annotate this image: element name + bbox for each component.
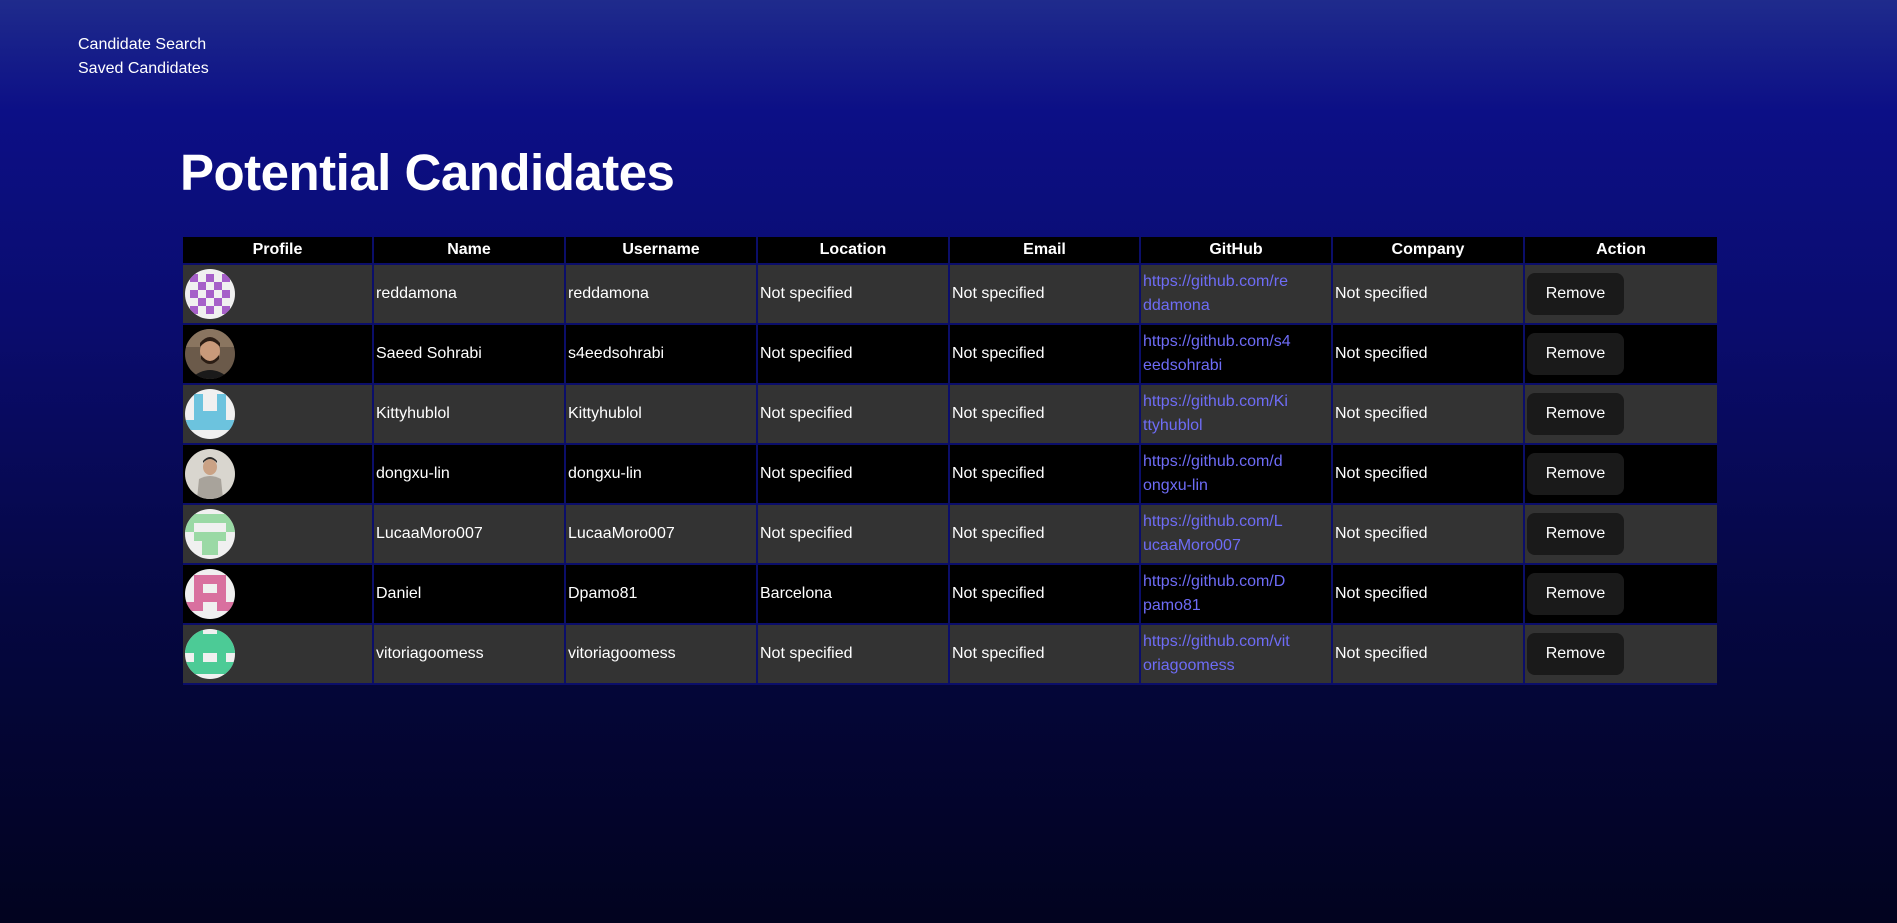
profile-cell bbox=[183, 385, 374, 445]
github-cell: https://github.com/vitoriagoomess bbox=[1141, 625, 1333, 685]
company-cell: Not specified bbox=[1333, 445, 1525, 505]
action-cell: Remove bbox=[1525, 625, 1717, 685]
company-cell: Not specified bbox=[1333, 265, 1525, 325]
name-cell: LucaaMoro007 bbox=[374, 505, 566, 565]
name-cell: Saeed Sohrabi bbox=[374, 325, 566, 385]
company-cell: Not specified bbox=[1333, 625, 1525, 685]
column-header-company: Company bbox=[1333, 237, 1525, 265]
column-header-location: Location bbox=[758, 237, 950, 265]
table-row: reddamona reddamona Not specified Not sp… bbox=[183, 265, 1717, 325]
company-cell: Not specified bbox=[1333, 325, 1525, 385]
company-cell: Not specified bbox=[1333, 505, 1525, 565]
name-cell: Daniel bbox=[374, 565, 566, 625]
location-cell: Not specified bbox=[758, 385, 950, 445]
name-cell: reddamona bbox=[374, 265, 566, 325]
email-cell: Not specified bbox=[950, 565, 1141, 625]
column-header-username: Username bbox=[566, 237, 758, 265]
github-cell: https://github.com/dongxu-lin bbox=[1141, 445, 1333, 505]
column-header-email: Email bbox=[950, 237, 1141, 265]
table-header-row: Profile Name Username Location Email Git… bbox=[183, 237, 1717, 265]
username-cell: reddamona bbox=[566, 265, 758, 325]
github-link[interactable]: https://github.com/Kittyhublol bbox=[1143, 390, 1291, 438]
email-cell: Not specified bbox=[950, 385, 1141, 445]
action-cell: Remove bbox=[1525, 325, 1717, 385]
remove-button[interactable]: Remove bbox=[1527, 633, 1624, 675]
profile-cell bbox=[183, 325, 374, 385]
email-cell: Not specified bbox=[950, 265, 1141, 325]
avatar bbox=[185, 629, 235, 679]
nav-saved-candidates[interactable]: Saved Candidates bbox=[78, 57, 209, 81]
username-cell: Kittyhublol bbox=[566, 385, 758, 445]
table-row: Daniel Dpamo81 Barcelona Not specified h… bbox=[183, 565, 1717, 625]
column-header-github: GitHub bbox=[1141, 237, 1333, 265]
profile-cell bbox=[183, 265, 374, 325]
location-cell: Barcelona bbox=[758, 565, 950, 625]
username-cell: s4eedsohrabi bbox=[566, 325, 758, 385]
page-title: Potential Candidates bbox=[180, 144, 675, 201]
location-cell: Not specified bbox=[758, 505, 950, 565]
avatar bbox=[185, 329, 235, 379]
table-row: dongxu-lin dongxu-lin Not specified Not … bbox=[183, 445, 1717, 505]
username-cell: dongxu-lin bbox=[566, 445, 758, 505]
email-cell: Not specified bbox=[950, 325, 1141, 385]
profile-cell bbox=[183, 505, 374, 565]
action-cell: Remove bbox=[1525, 565, 1717, 625]
company-cell: Not specified bbox=[1333, 565, 1525, 625]
github-cell: https://github.com/LucaaMoro007 bbox=[1141, 505, 1333, 565]
remove-button[interactable]: Remove bbox=[1527, 273, 1624, 315]
github-cell: https://github.com/reddamona bbox=[1141, 265, 1333, 325]
location-cell: Not specified bbox=[758, 625, 950, 685]
main-nav: Candidate Search Saved Candidates bbox=[78, 33, 209, 81]
github-cell: https://github.com/s4eedsohrabi bbox=[1141, 325, 1333, 385]
github-cell: https://github.com/Kittyhublol bbox=[1141, 385, 1333, 445]
profile-cell bbox=[183, 565, 374, 625]
remove-button[interactable]: Remove bbox=[1527, 513, 1624, 555]
github-link[interactable]: https://github.com/dongxu-lin bbox=[1143, 450, 1291, 498]
remove-button[interactable]: Remove bbox=[1527, 393, 1624, 435]
action-cell: Remove bbox=[1525, 505, 1717, 565]
table-row: LucaaMoro007 LucaaMoro007 Not specified … bbox=[183, 505, 1717, 565]
github-link[interactable]: https://github.com/reddamona bbox=[1143, 270, 1291, 318]
column-header-action: Action bbox=[1525, 237, 1717, 265]
username-cell: vitoriagoomess bbox=[566, 625, 758, 685]
github-link[interactable]: https://github.com/LucaaMoro007 bbox=[1143, 510, 1291, 558]
company-cell: Not specified bbox=[1333, 385, 1525, 445]
action-cell: Remove bbox=[1525, 265, 1717, 325]
nav-candidate-search[interactable]: Candidate Search bbox=[78, 33, 209, 57]
remove-button[interactable]: Remove bbox=[1527, 573, 1624, 615]
github-link[interactable]: https://github.com/Dpamo81 bbox=[1143, 570, 1291, 618]
table-row: Kittyhublol Kittyhublol Not specified No… bbox=[183, 385, 1717, 445]
github-link[interactable]: https://github.com/vitoriagoomess bbox=[1143, 630, 1291, 678]
profile-cell bbox=[183, 625, 374, 685]
username-cell: LucaaMoro007 bbox=[566, 505, 758, 565]
github-cell: https://github.com/Dpamo81 bbox=[1141, 565, 1333, 625]
avatar bbox=[185, 389, 235, 439]
avatar bbox=[185, 269, 235, 319]
email-cell: Not specified bbox=[950, 505, 1141, 565]
remove-button[interactable]: Remove bbox=[1527, 453, 1624, 495]
location-cell: Not specified bbox=[758, 265, 950, 325]
username-cell: Dpamo81 bbox=[566, 565, 758, 625]
action-cell: Remove bbox=[1525, 445, 1717, 505]
email-cell: Not specified bbox=[950, 445, 1141, 505]
name-cell: vitoriagoomess bbox=[374, 625, 566, 685]
avatar bbox=[185, 509, 235, 559]
location-cell: Not specified bbox=[758, 445, 950, 505]
remove-button[interactable]: Remove bbox=[1527, 333, 1624, 375]
column-header-profile: Profile bbox=[183, 237, 374, 265]
name-cell: dongxu-lin bbox=[374, 445, 566, 505]
github-link[interactable]: https://github.com/s4eedsohrabi bbox=[1143, 330, 1291, 378]
action-cell: Remove bbox=[1525, 385, 1717, 445]
profile-cell bbox=[183, 445, 374, 505]
candidates-table: Profile Name Username Location Email Git… bbox=[183, 237, 1717, 685]
avatar bbox=[185, 449, 235, 499]
location-cell: Not specified bbox=[758, 325, 950, 385]
table-row: Saeed Sohrabi s4eedsohrabi Not specified… bbox=[183, 325, 1717, 385]
column-header-name: Name bbox=[374, 237, 566, 265]
avatar bbox=[185, 569, 235, 619]
table-row: vitoriagoomess vitoriagoomess Not specif… bbox=[183, 625, 1717, 685]
email-cell: Not specified bbox=[950, 625, 1141, 685]
name-cell: Kittyhublol bbox=[374, 385, 566, 445]
